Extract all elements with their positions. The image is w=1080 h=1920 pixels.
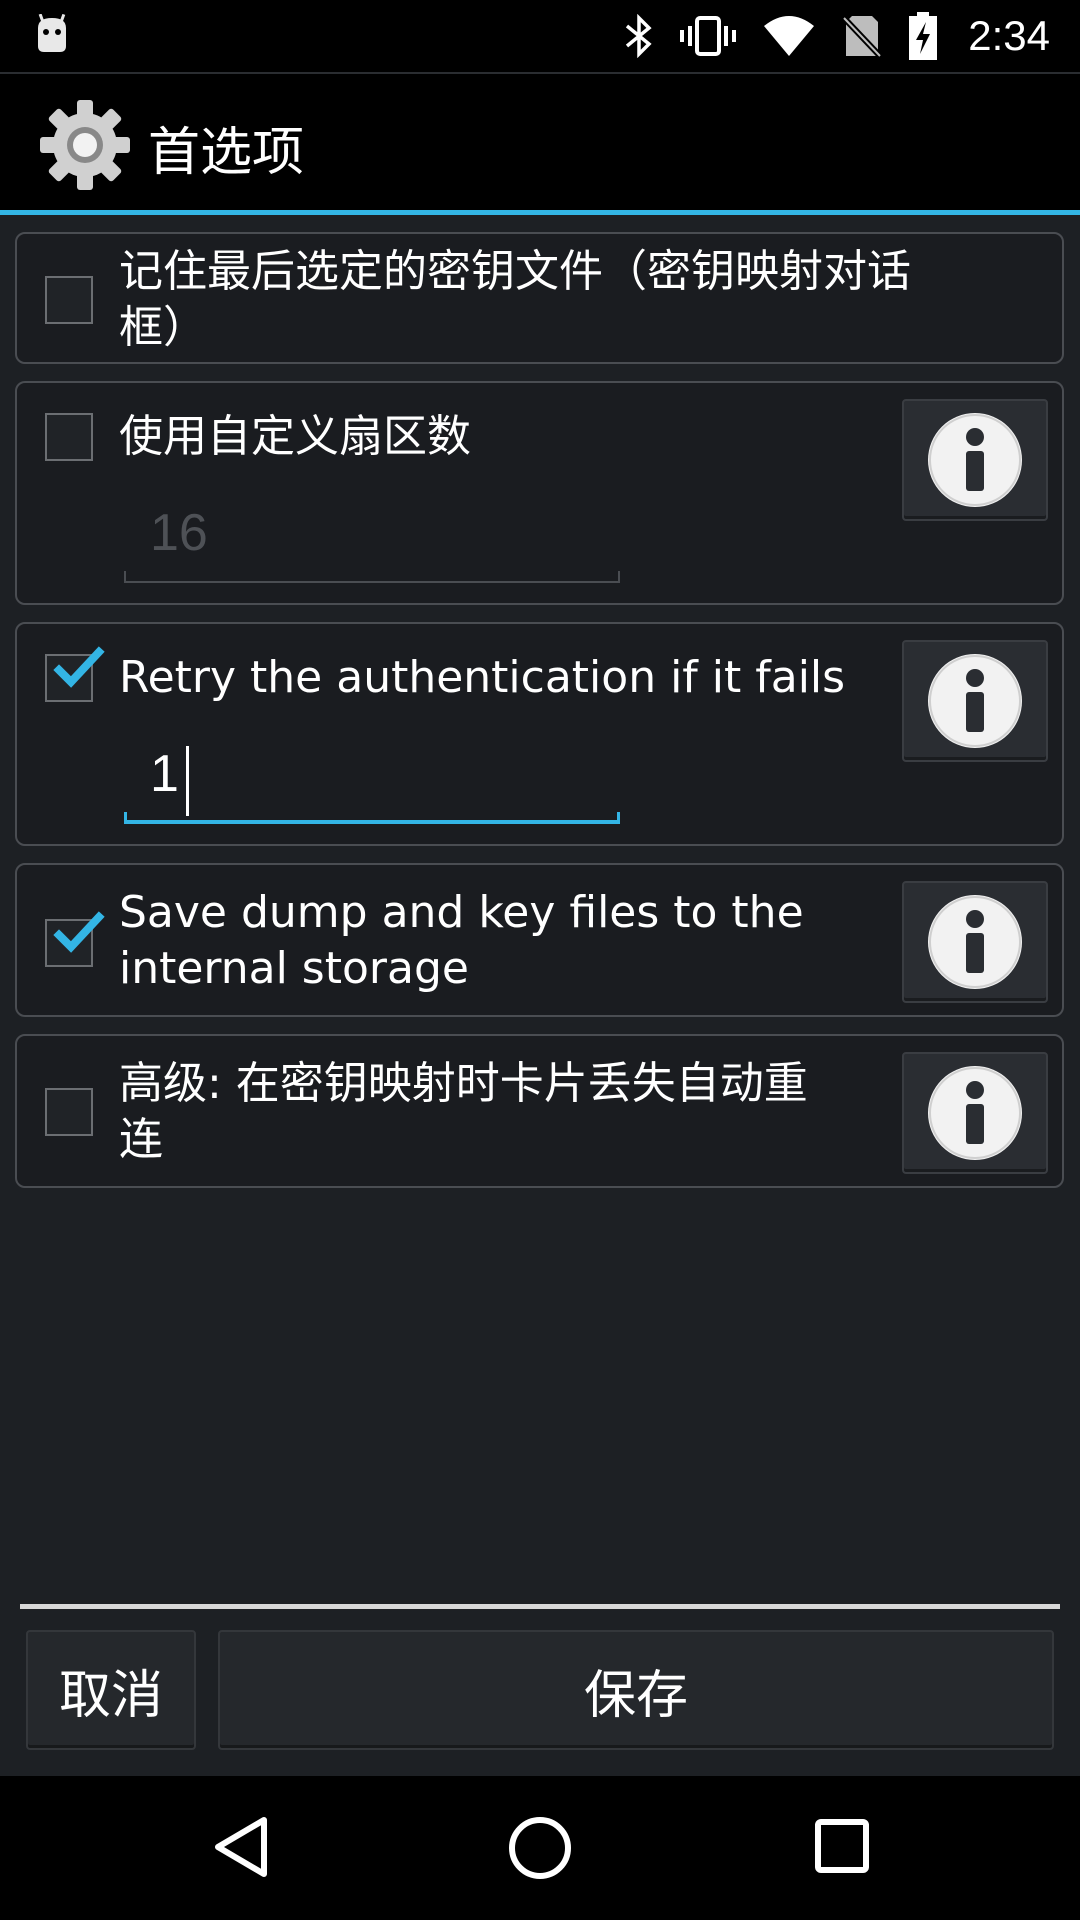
title-bar: 首选项 [0, 72, 1080, 212]
cancel-button[interactable]: 取消 [26, 1630, 196, 1750]
custom-sector-count-info-button[interactable] [902, 399, 1048, 521]
remember-key-file-label: 记住最后选定的密钥文件（密钥映射对话 框） [119, 246, 911, 353]
sector-count-input: 16 [124, 493, 620, 583]
bluetooth-icon [624, 14, 654, 58]
navigation-bar [0, 1776, 1080, 1920]
retry-authentication-label: Retry the authentication if it fails [119, 652, 846, 703]
button-bar-divider [20, 1604, 1060, 1609]
custom-sector-count-label: 使用自定义扇区数 [119, 411, 471, 462]
gear-icon [38, 98, 132, 196]
recents-icon[interactable] [808, 1812, 878, 1886]
auto-reconnect-checkbox[interactable] [45, 1088, 93, 1136]
info-icon [928, 654, 1022, 748]
wifi-icon [762, 14, 816, 58]
save-internal-storage-info-button[interactable] [902, 881, 1048, 1003]
auto-reconnect-info-button[interactable] [902, 1052, 1048, 1174]
text-cursor [186, 746, 189, 816]
pref-save-internal-storage: Save dump and key files to the internal … [15, 863, 1064, 1017]
checkmark-icon [53, 646, 105, 688]
save-internal-storage-checkbox[interactable] [45, 911, 105, 967]
remember-key-file-checkbox[interactable] [45, 276, 93, 324]
info-icon [928, 1066, 1022, 1160]
page-title: 首选项 [148, 123, 305, 183]
no-sim-icon [842, 14, 883, 58]
pref-retry-authentication: Retry the authentication if it fails 1 [15, 622, 1064, 846]
save-internal-storage-label: Save dump and key files to the internal … [119, 887, 804, 994]
pref-remember-key-file: 记住最后选定的密钥文件（密钥映射对话 框） [15, 232, 1064, 364]
retry-authentication-checkbox[interactable] [45, 646, 105, 702]
pref-custom-sector-count: 使用自定义扇区数 16 [15, 381, 1064, 605]
title-divider [0, 210, 1080, 215]
checkmark-icon [53, 911, 105, 953]
info-icon [928, 895, 1022, 989]
vibrate-icon [680, 14, 737, 58]
status-bar: 2:34 [0, 0, 1080, 72]
pref-auto-reconnect: 高级: 在密钥映射时卡片丢失自动重 连 [15, 1034, 1064, 1188]
auto-reconnect-label: 高级: 在密钥映射时卡片丢失自动重 连 [119, 1058, 808, 1165]
back-icon[interactable] [208, 1812, 278, 1886]
retry-count-input[interactable]: 1 [124, 734, 620, 824]
battery-charging-icon [908, 12, 938, 60]
info-icon [928, 413, 1022, 507]
custom-sector-count-checkbox[interactable] [45, 413, 93, 461]
android-icon [34, 13, 70, 58]
retry-authentication-info-button[interactable] [902, 640, 1048, 762]
save-button[interactable]: 保存 [218, 1630, 1054, 1750]
status-time: 2:34 [968, 12, 1050, 59]
home-icon[interactable] [504, 1812, 576, 1888]
